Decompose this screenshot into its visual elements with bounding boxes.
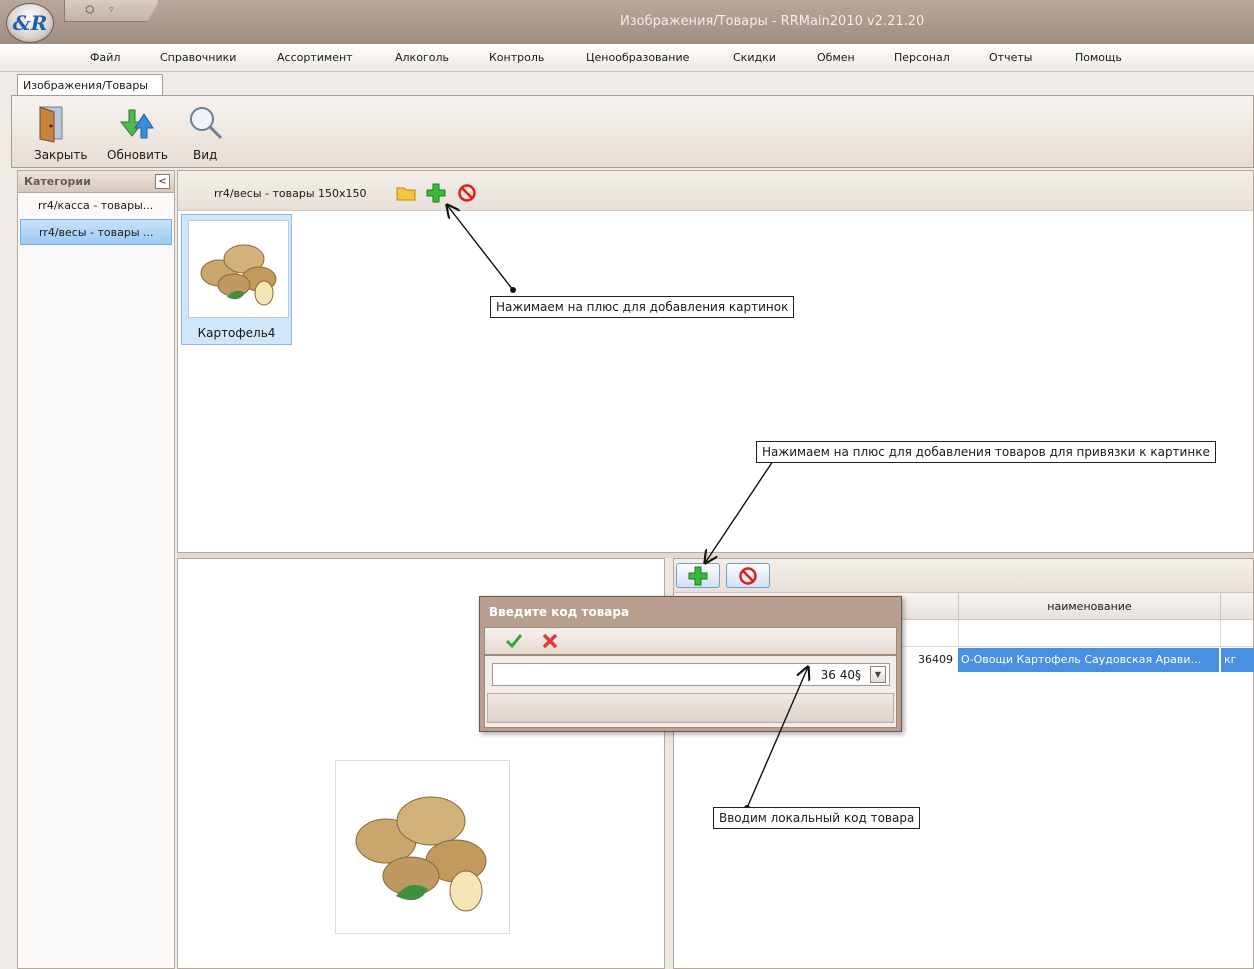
menu-file[interactable]: Файл <box>90 51 120 64</box>
title-bar: &R ⛭ ▿ Изображения/Товары - RRMain2010 v… <box>0 0 1254 44</box>
image-tile[interactable]: Картофель4 <box>181 214 292 345</box>
close-button[interactable]: Закрыть <box>30 104 87 162</box>
column-name[interactable]: наименование <box>958 593 1220 621</box>
quick-access-toolbar: ⛭ ▿ <box>64 0 159 22</box>
menu-alcohol[interactable]: Алкоголь <box>395 51 449 64</box>
image-caption: Картофель4 <box>197 326 276 340</box>
column-unit[interactable] <box>1220 593 1254 621</box>
view-label: Вид <box>193 148 218 162</box>
menu-pricing[interactable]: Ценообразование <box>586 51 689 64</box>
door-icon <box>39 106 63 143</box>
enter-code-dialog: Введите код товара 36 40§ ▼ <box>479 596 902 732</box>
menu-discounts[interactable]: Скидки <box>733 51 776 64</box>
menu-personnel[interactable]: Персонал <box>894 51 950 64</box>
view-button[interactable]: Вид <box>187 104 231 162</box>
goods-code-input[interactable]: 36 40§ <box>492 663 890 686</box>
chevron-down-icon[interactable]: ▼ <box>870 666 886 683</box>
sidebar-item-scales[interactable]: rr4/весы - товары ... <box>20 219 172 245</box>
potato-thumbnail <box>188 220 289 318</box>
dialog-status-bar <box>487 693 894 723</box>
potato-image <box>200 244 277 306</box>
cell-unit: кг <box>1220 648 1254 672</box>
app-menu-button[interactable]: &R <box>6 3 54 43</box>
refresh-button[interactable]: Обновить <box>107 104 168 162</box>
collapse-sidebar-button[interactable]: < <box>155 174 170 189</box>
menu-assortment[interactable]: Ассортимент <box>277 51 353 64</box>
cell-name: О-Овощи Картофель Саудовская Арави... <box>958 648 1219 672</box>
menu-reports[interactable]: Отчеты <box>989 51 1032 64</box>
menu-help[interactable]: Помощь <box>1075 51 1122 64</box>
app-logo: &R <box>12 11 48 35</box>
cancel-icon <box>739 566 757 585</box>
add-image-plus-icon[interactable] <box>426 183 446 203</box>
potato-preview <box>355 796 487 912</box>
filter-cell[interactable] <box>1220 620 1254 647</box>
dialog-title: Введите код товара <box>489 605 630 619</box>
callout-add-image: Нажимаем на плюс для добавления картинок <box>490 296 795 318</box>
folder-icon[interactable] <box>396 185 416 201</box>
sidebar-header: Категории < <box>18 171 174 193</box>
close-label: Закрыть <box>34 148 88 162</box>
menu-control[interactable]: Контроль <box>489 51 544 64</box>
menu-references[interactable]: Справочники <box>160 51 236 64</box>
category-name: rr4/весы - товары 150x150 <box>214 187 367 200</box>
callout-add-goods: Нажимаем на плюс для добавления товаров … <box>756 441 1216 463</box>
magnifier-icon <box>190 107 223 140</box>
quick-access-icon[interactable]: ⛭ <box>85 2 95 17</box>
window-title: Изображения/Товары - RRMain2010 v2.21.20 <box>620 14 925 29</box>
large-potato-image <box>335 760 510 934</box>
refresh-icon <box>119 109 154 139</box>
confirm-check-icon[interactable] <box>505 633 523 649</box>
delete-image-icon[interactable] <box>458 184 476 202</box>
callout-enter-code: Вводим локальный код товара <box>713 807 921 829</box>
dialog-toolbar <box>484 627 897 655</box>
menu-exchange[interactable]: Обмен <box>817 51 855 64</box>
remove-goods-button[interactable] <box>726 563 770 588</box>
cancel-x-icon[interactable] <box>541 632 559 650</box>
ribbon-toolbar: Закрыть Обновить Вид <box>11 95 1254 168</box>
sidebar-item-cash[interactable]: rr4/касса - товары... <box>18 193 174 219</box>
goods-toolbar <box>674 559 1253 592</box>
filter-cell[interactable] <box>958 620 1220 647</box>
menu-bar: Файл Справочники Ассортимент Алкоголь Ко… <box>0 44 1254 72</box>
images-toolbar: rr4/весы - товары 150x150 <box>178 171 1253 211</box>
category-sidebar: Категории < rr4/касса - товары... rr4/ве… <box>17 170 175 969</box>
add-goods-plus-icon <box>688 566 708 585</box>
images-panel: rr4/весы - товары 150x150 Картофель4 <box>177 170 1254 553</box>
refresh-label: Обновить <box>107 148 168 162</box>
quick-access-dropdown-icon[interactable]: ▿ <box>109 5 114 15</box>
add-goods-button[interactable] <box>676 563 720 588</box>
cell-code: 36409 <box>918 653 953 666</box>
tab-images-goods[interactable]: Изображения/Товары <box>17 74 163 96</box>
sidebar-title: Категории <box>24 175 91 188</box>
dialog-body: 36 40§ ▼ <box>484 655 897 728</box>
